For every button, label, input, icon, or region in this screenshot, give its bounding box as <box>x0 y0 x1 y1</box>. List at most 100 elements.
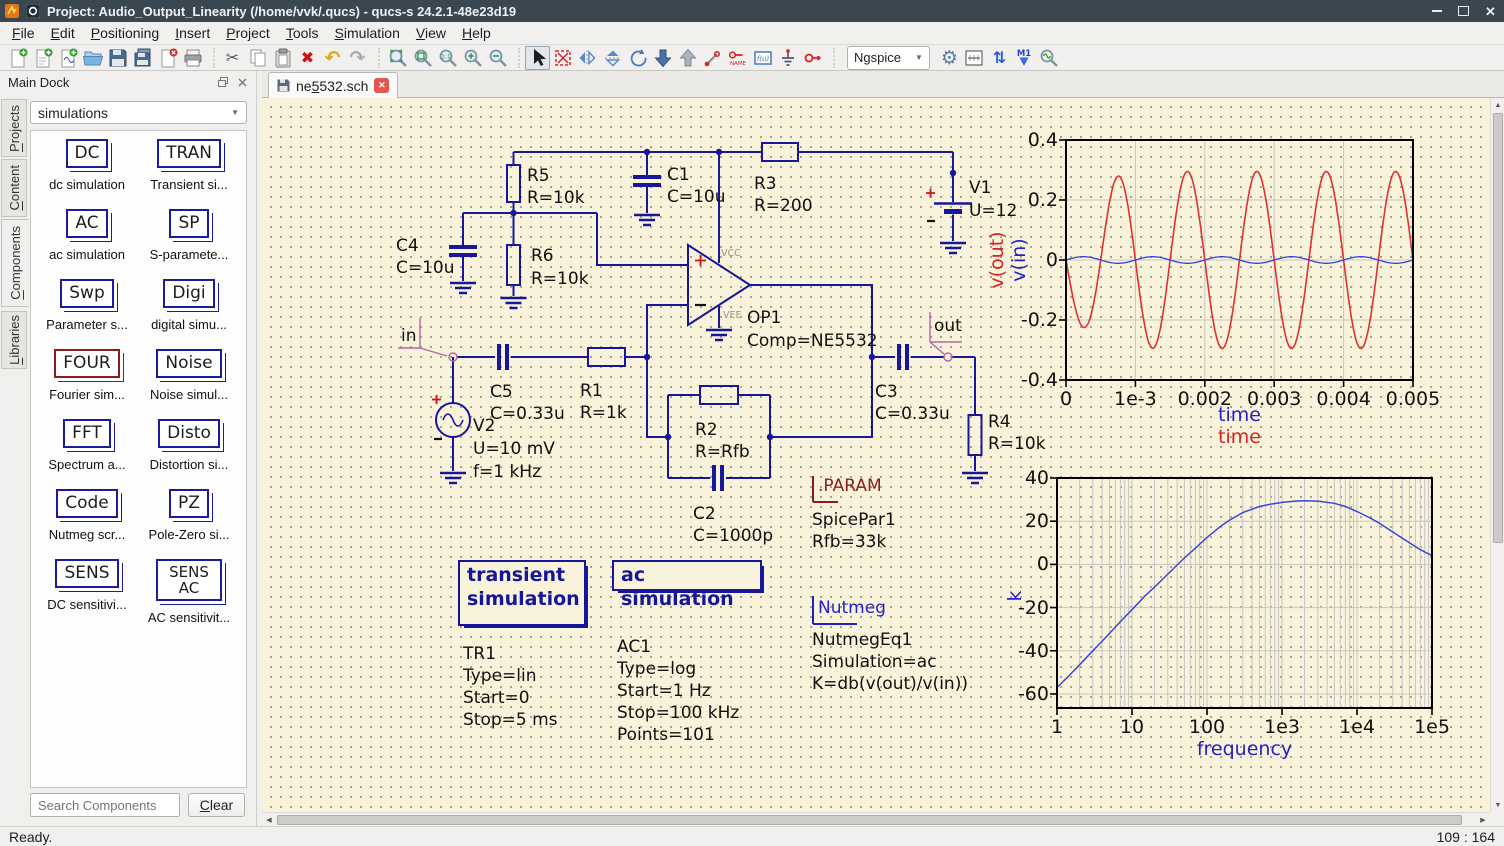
dock-close-icon[interactable] <box>236 76 248 88</box>
label-c4-value[interactable]: C=10u <box>396 258 455 278</box>
exchange-views-icon[interactable]: ⇅ <box>987 46 1012 70</box>
label-node-out[interactable]: out <box>934 316 962 336</box>
push-into-subcircuit-icon[interactable] <box>650 46 675 70</box>
insert-port-icon[interactable] <box>800 46 825 70</box>
search-input[interactable] <box>30 793 180 817</box>
document-settings-icon[interactable] <box>962 46 987 70</box>
label-op1-name[interactable]: OP1 <box>747 308 781 328</box>
simulation-settings-icon[interactable]: ⚙ <box>937 46 962 70</box>
sim-item-disto[interactable]: Disto Distortion si... <box>145 419 233 472</box>
label-c3-value[interactable]: C=0.33u <box>875 404 950 424</box>
sim-item-tran[interactable]: TRAN Transient si... <box>145 139 233 192</box>
scroll-up-icon[interactable]: ▲ <box>1491 98 1504 112</box>
label-v1-name[interactable]: V1 <box>969 178 991 198</box>
menu-positioning[interactable]: Positioning <box>83 24 168 42</box>
redo-icon[interactable]: ↷ <box>345 46 370 70</box>
new-symbol-icon[interactable] <box>55 46 80 70</box>
new-text-document-icon[interactable] <box>30 46 55 70</box>
label-v2-value[interactable]: U=10 mV <box>473 439 555 459</box>
close-button[interactable]: ✕ <box>1477 0 1504 22</box>
label-r2-value[interactable]: R=Rfb <box>695 442 750 462</box>
label-r6-name[interactable]: R6 <box>531 246 554 266</box>
cut-icon[interactable]: ✂ <box>220 46 245 70</box>
label-c5-value[interactable]: C=0.33u <box>490 404 565 424</box>
frequency-response-plot[interactable]: 1 10 100 1e3 1e4 1e5 40 20 0 -20 -40 -60 frequency k <box>1004 467 1450 760</box>
sim-item-sens-ac[interactable]: SENS AC AC sensitivit... <box>145 559 233 625</box>
clear-button[interactable]: Clear <box>188 793 245 817</box>
insert-wire-icon[interactable] <box>700 46 725 70</box>
component-category-select[interactable]: simulations ▼ <box>30 101 247 124</box>
sim-item-dc[interactable]: DC dc simulation <box>43 139 131 192</box>
label-v1-value[interactable]: U=12 <box>969 201 1017 221</box>
sim-item-box[interactable]: SP <box>169 209 209 238</box>
label-r5-name[interactable]: R5 <box>527 166 550 186</box>
dock-tab-components[interactable]: Components <box>1 219 29 307</box>
sim-item-digi[interactable]: Digi digital simu... <box>145 279 233 332</box>
scroll-down-icon[interactable]: ▼ <box>1491 798 1504 812</box>
horizontal-scrollbar[interactable]: ◀ ▶ <box>262 812 1490 826</box>
sim-item-box[interactable]: FFT <box>63 419 111 448</box>
save-icon[interactable] <box>105 46 130 70</box>
sim-item-box[interactable]: Disto <box>158 419 220 448</box>
label-v2-freq[interactable]: f=1 kHz <box>473 462 541 482</box>
dock-float-icon[interactable] <box>217 76 229 88</box>
vertical-scrollbar[interactable]: ▲ ▼ <box>1490 98 1504 812</box>
label-r5-value[interactable]: R=10k <box>527 188 585 208</box>
insert-equation-icon[interactable]: f(u) <box>750 46 775 70</box>
sim-item-box[interactable]: SENS <box>55 559 119 588</box>
sim-item-box[interactable]: AC <box>66 209 108 238</box>
sim-item-fft[interactable]: FFT Spectrum a... <box>43 419 131 472</box>
pop-out-icon[interactable] <box>675 46 700 70</box>
sim-item-ac[interactable]: AC ac simulation <box>43 209 131 262</box>
zoom-area-icon[interactable] <box>410 46 435 70</box>
tab-close-icon[interactable]: ✕ <box>374 78 390 93</box>
label-op1-value[interactable]: Comp=NE5532 <box>747 331 878 351</box>
save-all-icon[interactable] <box>130 46 155 70</box>
sim-item-box[interactable]: Noise <box>156 349 222 378</box>
select-pointer-icon[interactable] <box>525 45 550 70</box>
window-menu-icon[interactable] <box>26 4 40 18</box>
label-c2-value[interactable]: C=1000p <box>693 526 773 546</box>
label-c2-name[interactable]: C2 <box>693 504 716 524</box>
menu-insert[interactable]: Insert <box>167 24 218 42</box>
sim-item-box[interactable]: SENS AC <box>156 559 222 601</box>
param-name[interactable]: SpicePar1 <box>812 510 896 530</box>
open-file-icon[interactable] <box>80 46 105 70</box>
undo-icon[interactable]: ↶ <box>320 46 345 70</box>
insert-marker-icon[interactable]: M1 <box>1012 46 1037 70</box>
dock-tab-libraries[interactable]: Libraries <box>1 311 27 369</box>
tr1-name[interactable]: TR1 <box>463 644 496 664</box>
horizontal-scroll-thumb[interactable] <box>277 815 1462 825</box>
zoom-out-icon[interactable] <box>485 46 510 70</box>
time-domain-plot[interactable]: 0 1e-3 0.002 0.003 0.004 0.005 0.4 0.2 0 -0.2 -0.4… <box>986 129 1440 448</box>
sim-item-sens[interactable]: SENS DC sensitivi... <box>43 559 131 612</box>
menu-edit[interactable]: Edit <box>43 24 83 42</box>
deactivate-component-icon[interactable] <box>550 46 575 70</box>
menu-project[interactable]: Project <box>218 24 278 42</box>
sim-item-swp[interactable]: Swp Parameter s... <box>43 279 131 332</box>
label-c1-value[interactable]: C=10u <box>667 187 726 207</box>
menu-simulation[interactable]: Simulation <box>327 24 408 42</box>
maximize-button[interactable] <box>1450 0 1477 22</box>
sim-item-four[interactable]: FOUR Fourier sim... <box>43 349 131 402</box>
rotate-icon[interactable] <box>625 46 650 70</box>
delete-icon[interactable]: ✖ <box>295 46 320 70</box>
label-c4-name[interactable]: C4 <box>396 236 419 256</box>
dock-tab-content[interactable]: Content <box>1 159 27 217</box>
sim-item-noise[interactable]: Noise Noise simul... <box>145 349 233 402</box>
sim-item-box[interactable]: PZ <box>169 489 209 518</box>
label-r3-value[interactable]: R=200 <box>754 196 813 216</box>
vertical-scroll-thumb[interactable] <box>1493 113 1503 543</box>
mirror-y-axis-icon[interactable] <box>600 46 625 70</box>
sim-item-box[interactable]: Swp <box>60 279 114 308</box>
ac1-name[interactable]: AC1 <box>617 637 651 657</box>
sim-item-box[interactable]: Digi <box>163 279 215 308</box>
zoom-in-icon[interactable] <box>460 46 485 70</box>
simulator-select[interactable]: Ngspice ▼ <box>847 45 930 70</box>
sim-item-box[interactable]: TRAN <box>157 139 221 168</box>
label-r1-value[interactable]: R=1k <box>580 403 627 423</box>
copy-icon[interactable] <box>245 46 270 70</box>
paste-icon[interactable] <box>270 46 295 70</box>
sim-item-sp[interactable]: SP S-paramete... <box>145 209 233 262</box>
sim-item-code[interactable]: Code Nutmeg scr... <box>43 489 131 542</box>
